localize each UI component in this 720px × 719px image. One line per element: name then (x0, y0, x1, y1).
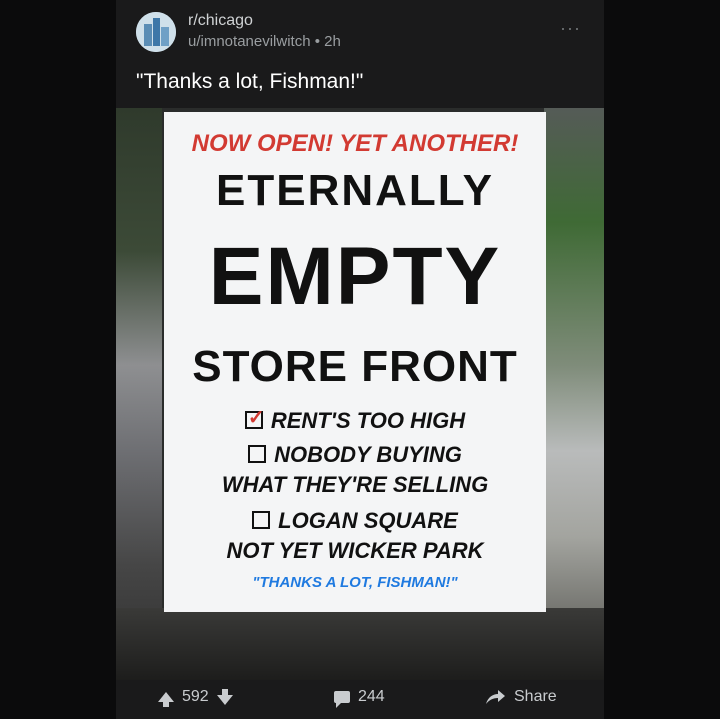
check-text: LOGAN SQUARE (278, 508, 458, 533)
background-left (116, 108, 162, 680)
poster-check-buying-2: WHAT THEY'RE SELLING (221, 472, 489, 497)
poster-tagline: "THANKS A LOT, FISHMAN!" (252, 574, 458, 591)
check-text: NOBODY BUYING (274, 442, 462, 467)
post-footer: 592 244 Share (116, 680, 604, 719)
comment-bubble-icon (334, 691, 350, 708)
poster-line-eternally: ETERNALLY (216, 166, 494, 215)
share-label: Share (514, 688, 557, 705)
background-right (544, 108, 604, 680)
post-header: r/chicago u/imnotanevilwitch • 2h ··· (136, 10, 586, 54)
background-bottom (116, 608, 604, 680)
poster-line-empty: EMPTY (208, 231, 502, 322)
check-text: RENT'S TOO HIGH (270, 408, 466, 433)
checked-box-icon (244, 405, 265, 430)
meta-separator: • (314, 33, 320, 50)
empty-box-icon (248, 445, 267, 464)
empty-box-icon (252, 511, 271, 530)
poster-sign: NOW OPEN! YET ANOTHER! ETERNALLY EMPTY S… (164, 112, 546, 612)
post-image[interactable]: NOW OPEN! YET ANOTHER! ETERNALLY EMPTY S… (116, 108, 604, 680)
subreddit-avatar-icon[interactable] (136, 12, 176, 52)
poster-check-logan: LOGAN SQUARE (164, 508, 546, 534)
poster-headline: NOW OPEN! YET ANOTHER! (191, 130, 519, 157)
poster-line-store-front: STORE FRONT (192, 342, 518, 391)
poster-check-rent: RENT'S TOO HIGH (164, 405, 546, 434)
downvote-arrow-icon[interactable] (216, 689, 233, 705)
poster-check-buying: NOBODY BUYING (164, 442, 546, 468)
poster-check-logan-2: NOT YET WICKER PARK (226, 538, 484, 563)
post-time: 2h (324, 33, 341, 50)
share-arrow-icon (486, 690, 505, 704)
username[interactable]: u/imnotanevilwitch (188, 33, 311, 50)
comments-button[interactable]: 244 (334, 688, 385, 708)
vote-controls: 592 (158, 688, 233, 707)
vote-count: 592 (182, 688, 209, 705)
upvote-arrow-icon[interactable] (158, 692, 174, 707)
post-meta: u/imnotanevilwitch • 2h (188, 33, 341, 50)
share-button[interactable]: Share (484, 688, 557, 706)
post-title[interactable]: "Thanks a lot, Fishman!" (136, 70, 363, 94)
comment-count: 244 (358, 688, 385, 705)
subreddit-name[interactable]: r/chicago (188, 12, 253, 30)
more-options-icon[interactable]: ··· (560, 18, 581, 39)
